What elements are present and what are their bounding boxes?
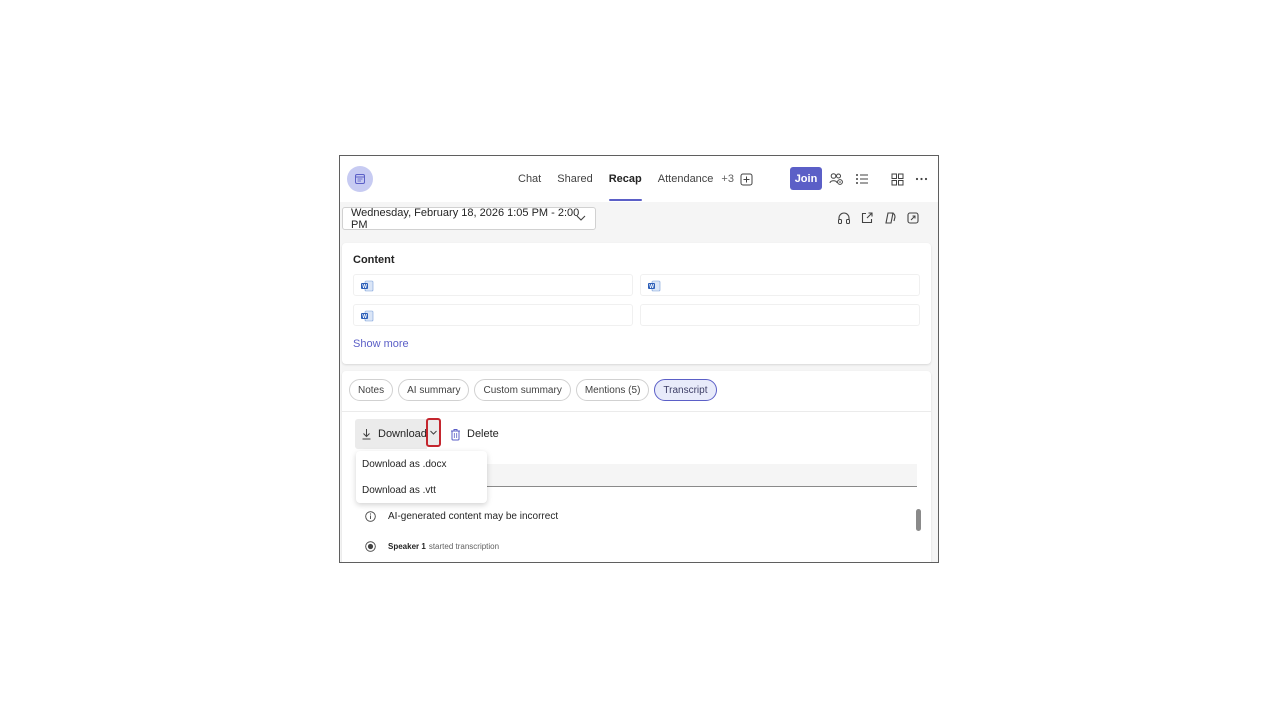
record-icon (365, 541, 376, 552)
file-tile-empty (640, 304, 920, 326)
open-external-icon[interactable] (905, 210, 921, 226)
more-tabs-count[interactable]: +3 (721, 156, 734, 202)
menu-item-download-docx[interactable]: Download as .docx (356, 451, 487, 477)
show-more-link[interactable]: Show more (353, 338, 409, 350)
word-file-icon: W (360, 309, 374, 327)
svg-text:W: W (362, 284, 367, 290)
file-tile[interactable]: W (353, 274, 633, 296)
recap-panel: Notes AI summary Custom summary Mentions… (342, 371, 931, 562)
headphones-icon[interactable] (836, 210, 852, 226)
menu-item-download-vtt[interactable]: Download as .vtt (356, 477, 487, 503)
download-icon (361, 428, 372, 440)
copilot-icon[interactable] (882, 210, 898, 226)
meeting-date-text: Wednesday, February 18, 2026 1:05 PM - 2… (351, 206, 580, 231)
meeting-date-dropdown[interactable]: Wednesday, February 18, 2026 1:05 PM - 2… (342, 206, 596, 231)
download-menu: Download as .docx Download as .vtt (356, 451, 487, 503)
file-tile[interactable]: W (640, 274, 920, 296)
trash-icon (450, 428, 461, 441)
apps-icon[interactable] (888, 170, 906, 188)
more-icon[interactable] (912, 170, 930, 188)
svg-text:W: W (649, 284, 654, 290)
speaker-name: Speaker 1 (388, 542, 426, 551)
top-bar: Chat Shared Recap Attendance +3 Join (340, 156, 938, 202)
ai-disclaimer-text: AI-generated content may be incorrect (388, 511, 559, 522)
chevron-down-icon (575, 212, 587, 227)
ai-disclaimer: AI-generated content may be incorrect (365, 511, 558, 522)
content-title: Content (353, 254, 395, 266)
info-icon (365, 511, 376, 522)
recap-tab-pills: Notes AI summary Custom summary Mentions… (349, 379, 717, 401)
tab-bar: Chat Shared Recap Attendance +3 (510, 156, 753, 202)
download-button[interactable]: Download (355, 419, 427, 449)
tab-recap[interactable]: Recap (608, 156, 642, 202)
delete-label: Delete (467, 428, 499, 440)
tab-custom-summary[interactable]: Custom summary (474, 379, 571, 401)
add-tab-icon[interactable] (740, 173, 753, 186)
tab-notes[interactable]: Notes (349, 379, 394, 401)
tab-mentions[interactable]: Mentions (5) (575, 379, 650, 401)
meeting-window: Chat Shared Recap Attendance +3 Join Wed… (339, 155, 939, 563)
tab-shared[interactable]: Shared (557, 156, 592, 202)
word-file-icon: W (647, 279, 661, 297)
download-label: Download (378, 428, 427, 440)
speaker-action: started transcription (428, 542, 500, 551)
transcript-entry: Speaker 1 started transcription (365, 541, 499, 552)
transcript-search-bar (485, 464, 917, 487)
join-button[interactable]: Join (790, 167, 822, 190)
tab-attendance[interactable]: Attendance (658, 156, 714, 202)
list-icon[interactable] (853, 170, 871, 188)
svg-text:W: W (362, 314, 367, 320)
scrollbar-thumb[interactable] (916, 509, 921, 531)
divider (342, 411, 931, 412)
word-file-icon: W (360, 279, 374, 297)
chevron-down-icon (429, 428, 438, 437)
calendar-icon[interactable] (347, 166, 373, 192)
tab-transcript[interactable]: Transcript (654, 379, 717, 401)
share-icon[interactable] (859, 210, 875, 226)
tab-ai-summary[interactable]: AI summary (398, 379, 470, 401)
people-settings-icon[interactable] (827, 170, 845, 188)
file-tile[interactable]: W (353, 304, 633, 326)
download-options-button[interactable] (426, 418, 441, 447)
content-card: Content W W W Show more (342, 243, 931, 364)
tab-chat[interactable]: Chat (518, 156, 541, 202)
delete-button[interactable]: Delete (450, 419, 499, 449)
